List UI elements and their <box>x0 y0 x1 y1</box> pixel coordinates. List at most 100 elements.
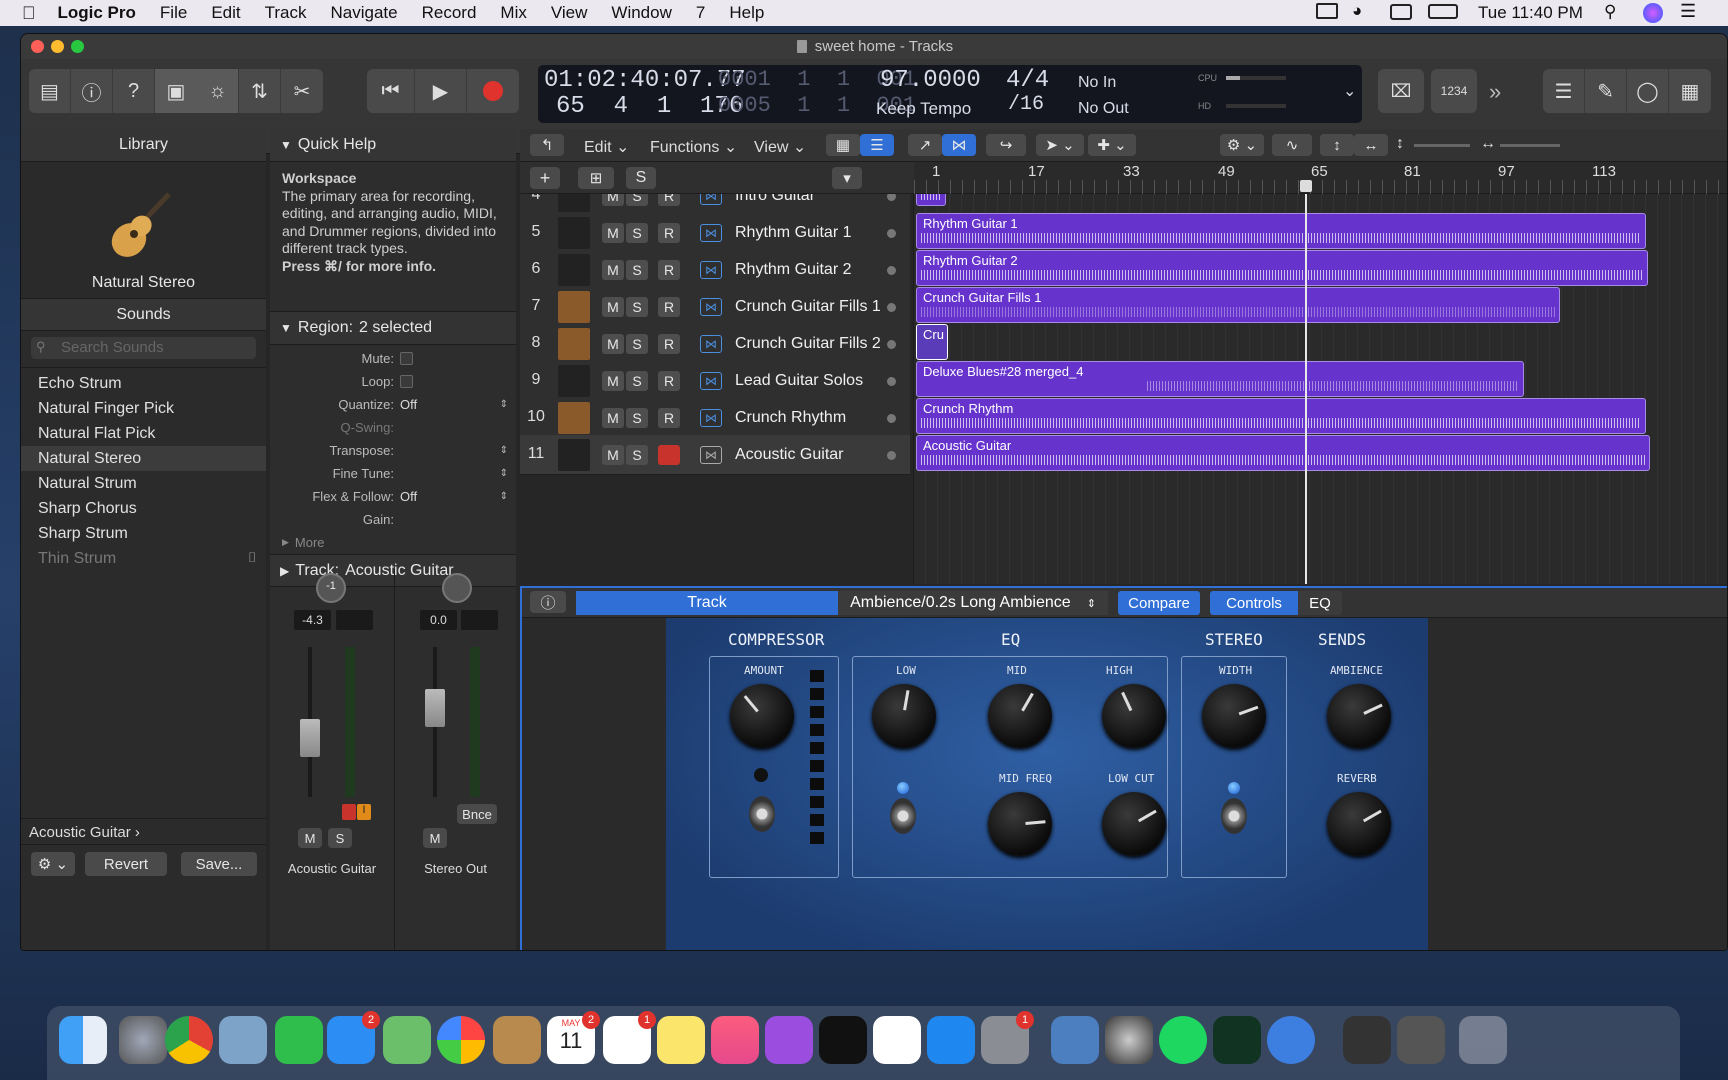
catch-button[interactable]: ↪ <box>986 134 1026 156</box>
track-tab[interactable]: Track <box>576 591 838 615</box>
apple-icon[interactable]:  <box>22 3 36 24</box>
track-row[interactable]: 10 M S R ⋈ Crunch Rhythm <box>520 398 910 438</box>
track-record-button[interactable]: R <box>658 297 680 317</box>
region[interactable]: Acoustic Guitar <box>916 435 1650 471</box>
spotlight-search-icon[interactable]: ⚲ <box>1604 2 1616 22</box>
menu-track[interactable]: Track <box>265 3 307 23</box>
smart-controls-button[interactable]: ☼ <box>197 69 239 113</box>
menu-file[interactable]: File <box>160 3 187 23</box>
horizontal-zoom-slider[interactable] <box>1500 144 1560 147</box>
track-row[interactable]: 5 M S R ⋈ Rhythm Guitar 1 <box>520 213 910 253</box>
siri-icon[interactable] <box>1643 3 1663 23</box>
track-solo-button[interactable]: S <box>626 223 648 243</box>
lcd-menu-chevron-icon[interactable]: ⌄ <box>1343 81 1356 101</box>
playhead-handle[interactable] <box>1300 180 1312 192</box>
flex-mode-icon[interactable]: ⋈ <box>700 298 722 316</box>
spotify-icon[interactable] <box>1159 1016 1207 1064</box>
mute-button[interactable]: M <box>423 828 447 848</box>
flex-button[interactable]: ⋈ <box>942 134 976 156</box>
more-chevron-icon[interactable]: » <box>1489 79 1501 105</box>
region[interactable] <box>916 194 946 206</box>
waveform-zoom-button[interactable]: ∿ <box>1272 134 1312 156</box>
clock-text[interactable]: Tue 11:40 PM <box>1478 3 1583 23</box>
sound-item-selected[interactable]: Natural Stereo <box>21 446 266 471</box>
mid-freq-knob[interactable] <box>988 792 1052 856</box>
flex-mode-icon[interactable]: ⋈ <box>700 335 722 353</box>
sound-item[interactable]: Sharp Chorus <box>21 496 266 521</box>
track-row[interactable]: 8 M S R ⋈ Crunch Guitar Fills 2 <box>520 324 910 364</box>
count-in-button[interactable]: 1234 <box>1431 69 1477 113</box>
menu-edit[interactable]: Edit <box>211 3 240 23</box>
library-button[interactable]: ▤ <box>29 69 71 113</box>
functions-menu[interactable]: Functions ⌄ <box>650 137 737 157</box>
track-mute-button[interactable]: M <box>602 194 624 206</box>
globalprotect-icon[interactable] <box>1267 1016 1315 1064</box>
activity-monitor-icon[interactable] <box>1213 1016 1261 1064</box>
flex-mode-icon[interactable]: ⋈ <box>700 261 722 279</box>
rewind-button[interactable]: ⏮ <box>367 69 415 113</box>
sound-item[interactable]: Thin Strum ⌷ <box>21 546 266 571</box>
back-button[interactable]: ↰ <box>530 134 564 156</box>
download-icon[interactable]: ⌷ <box>248 549 256 566</box>
toolbar-toggle-button[interactable]: ▣ <box>155 69 197 113</box>
notes-icon[interactable] <box>657 1016 705 1064</box>
sound-item[interactable]: Natural Flat Pick <box>21 421 266 446</box>
sound-item[interactable]: Sharp Strum <box>21 521 266 546</box>
snap-settings-menu[interactable]: ⚙ ⌄ <box>1220 134 1264 156</box>
eq-toggle[interactable] <box>890 798 916 834</box>
close-window-button[interactable] <box>31 40 44 53</box>
low-knob[interactable] <box>872 684 936 748</box>
track-mute-button[interactable]: M <box>602 445 624 465</box>
track-solo-button[interactable]: S <box>626 408 648 428</box>
vertical-zoom-slider[interactable] <box>1414 144 1470 147</box>
fit-vertical-button[interactable]: ↕ <box>1320 134 1354 156</box>
sound-item[interactable]: Natural Finger Pick <box>21 396 266 421</box>
track-record-button[interactable]: R <box>658 408 680 428</box>
track-record-button[interactable]: R <box>658 334 680 354</box>
wifi-icon[interactable]: ◕ <box>1352 1 1362 21</box>
track-mute-button[interactable]: M <box>602 408 624 428</box>
trash-icon[interactable] <box>1459 1016 1507 1064</box>
track-row[interactable]: 6 M S R ⋈ Rhythm Guitar 2 <box>520 250 910 290</box>
gain-row[interactable]: Gain: <box>270 508 516 531</box>
flex-follow-row[interactable]: Flex & Follow: Off ⇕ <box>270 485 516 508</box>
more-row[interactable]: ▶ More <box>270 531 516 554</box>
track-solo-button[interactable]: S <box>626 194 648 206</box>
inspector-toggle-button[interactable]: ⓘ <box>530 591 566 613</box>
pencil-tool-menu[interactable]: ✚ ⌄ <box>1088 134 1136 156</box>
track-record-button[interactable]: R <box>658 223 680 243</box>
search-sounds-field[interactable]: ⚲ Search Sounds <box>31 337 256 359</box>
flex-mode-icon[interactable]: ⋈ <box>700 446 722 464</box>
low-cut-knob[interactable] <box>1102 792 1166 856</box>
menu-7[interactable]: 7 <box>696 3 705 23</box>
menu-help[interactable]: Help <box>729 3 764 23</box>
menu-record[interactable]: Record <box>422 3 477 23</box>
inspector-button[interactable]: ⓘ <box>71 69 113 113</box>
script-editor-icon[interactable] <box>1051 1016 1099 1064</box>
record-enable-indicator[interactable] <box>342 804 356 820</box>
menu-view[interactable]: View <box>551 3 588 23</box>
pan-knob[interactable] <box>442 573 472 603</box>
quick-help-button[interactable]: ? <box>113 69 155 113</box>
apple-tv-icon[interactable] <box>819 1016 867 1064</box>
list-view-button[interactable]: ☰ <box>860 134 894 156</box>
edit-menu[interactable]: Edit ⌄ <box>584 137 629 157</box>
track-row[interactable]: 9 M S R ⋈ Lead Guitar Solos <box>520 361 910 401</box>
chrome-icon[interactable] <box>165 1016 213 1064</box>
zoom-window-button[interactable] <box>71 40 84 53</box>
bounce-button[interactable]: Bnce <box>457 804 497 824</box>
play-button[interactable]: ▶ <box>415 69 467 113</box>
loop-browser-button[interactable]: ◯ <box>1627 69 1669 113</box>
region[interactable]: Rhythm Guitar 1 <box>916 213 1646 249</box>
region[interactable]: Cru <box>916 324 948 360</box>
podcasts-icon[interactable] <box>765 1016 813 1064</box>
loop-checkbox[interactable] <box>400 375 413 388</box>
region[interactable]: Crunch Guitar Fills 1 <box>916 287 1560 323</box>
mixer-button[interactable]: ⇅ <box>239 69 281 113</box>
region[interactable]: Deluxe Blues#28 merged_4 <box>916 361 1524 397</box>
launchpad-icon[interactable] <box>119 1016 167 1064</box>
track-row[interactable]: 7 M S R ⋈ Crunch Guitar Fills 1 <box>520 287 910 327</box>
sound-item[interactable]: Natural Strum <box>21 471 266 496</box>
track-solo-button[interactable]: S <box>626 371 648 391</box>
revert-button[interactable]: Revert <box>85 852 167 876</box>
